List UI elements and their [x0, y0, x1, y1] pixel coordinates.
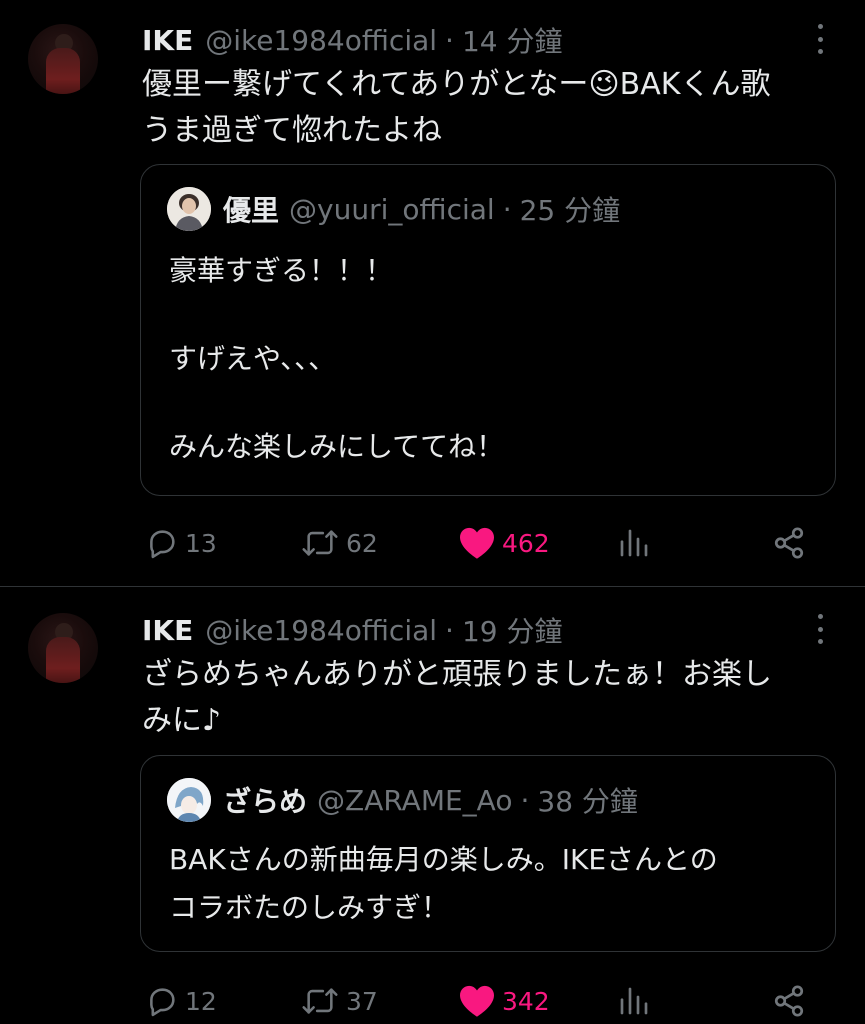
user-handle[interactable]: @ike1984official: [205, 614, 437, 647]
display-name[interactable]: IKE: [142, 24, 193, 57]
retweet-button[interactable]: 62: [300, 523, 378, 563]
tweet-text-line: 優里ー繋げてくれてありがとなー😉BAKくん歌: [142, 67, 771, 102]
views-icon: [620, 529, 648, 557]
timestamp[interactable]: 19 分鐘: [462, 610, 563, 650]
reply-icon: [150, 530, 175, 559]
separator-dot: ·: [445, 613, 454, 647]
quoted-tweet[interactable]: ざらめ @ZARAME_Ao · 38 分鐘 BAKさんの新曲毎月の楽しみ。IK…: [140, 755, 836, 952]
quoted-tweet-text: 豪華すぎる！！！ すげえや、、、 みんな楽しみにしててね！: [169, 251, 809, 467]
quoted-user-handle: @ZARAME_Ao: [317, 783, 513, 817]
quoted-display-name: 優里: [223, 194, 280, 227]
quoted-text-line: 豪華すぎる！！！: [169, 254, 394, 287]
views-button[interactable]: [618, 523, 650, 563]
separator-dot: ·: [502, 192, 512, 226]
quoted-text-line: コラボたのしみすぎ！: [169, 891, 450, 924]
quoted-tweet-header: ざらめ @ZARAME_Ao · 38 分鐘: [167, 778, 638, 822]
tweet-text-line: うま過ぎて惚れたよね: [142, 113, 442, 148]
share-icon: [774, 527, 804, 559]
quoted-avatar: [167, 778, 211, 822]
retweet-icon: [302, 530, 338, 556]
timestamp[interactable]: 14 分鐘: [462, 20, 563, 60]
separator-dot: ·: [520, 783, 530, 817]
retweet-count: 62: [346, 528, 378, 558]
quoted-avatar: [167, 187, 211, 231]
avatar[interactable]: [28, 24, 98, 94]
quoted-tweet[interactable]: 優里 @yuuri_official · 25 分鐘 豪華すぎる！！！ すげえや…: [140, 164, 836, 496]
retweet-count: 37: [346, 986, 378, 1016]
heart-icon: [460, 985, 494, 1017]
tweet-text: ざらめちゃんありがと頑張りましたぁ！お楽し みに♪: [142, 652, 832, 744]
retweet-icon: [302, 988, 338, 1014]
like-button[interactable]: 342: [458, 981, 550, 1021]
like-count: 342: [502, 986, 550, 1016]
tweet[interactable]: IKE @ike1984official · 19 分鐘 ざらめちゃんありがと頑…: [0, 587, 865, 1024]
quoted-timestamp: 38 分鐘: [537, 785, 638, 818]
reply-button[interactable]: 12: [145, 981, 217, 1021]
share-icon: [774, 985, 804, 1017]
avatar[interactable]: [28, 613, 98, 683]
like-count: 462: [502, 528, 550, 558]
tweet-header: IKE @ike1984official · 14 分鐘: [142, 20, 562, 60]
views-icon: [620, 987, 648, 1015]
user-handle[interactable]: @ike1984official: [205, 24, 437, 57]
reply-count: 13: [185, 528, 217, 558]
quoted-display-name: ざらめ: [223, 785, 308, 818]
quoted-text-line: みんな楽しみにしててね！: [169, 430, 505, 463]
quoted-timestamp: 25 分鐘: [519, 194, 621, 227]
tweet[interactable]: IKE @ike1984official · 14 分鐘 優里ー繋げてくれてあり…: [0, 0, 865, 587]
action-bar: 13 62 462: [0, 523, 865, 563]
views-button[interactable]: [618, 981, 650, 1021]
separator-dot: ·: [445, 23, 454, 57]
action-bar: 12 37 342: [0, 981, 865, 1021]
share-button[interactable]: [772, 523, 806, 563]
quoted-text-line: BAKさんの新曲毎月の楽しみ。IKEさんとの: [169, 843, 718, 876]
more-icon[interactable]: [812, 24, 828, 54]
quoted-user-handle: @yuuri_official: [289, 192, 495, 226]
tweet-text: 優里ー繋げてくれてありがとなー😉BAKくん歌 うま過ぎて惚れたよね: [142, 62, 832, 154]
quoted-text-line: すげえや、、、: [169, 342, 337, 375]
tweet-text-line: ざらめちゃんありがと頑張りましたぁ！お楽し: [142, 657, 772, 692]
more-icon[interactable]: [812, 614, 828, 644]
reply-count: 12: [185, 986, 217, 1016]
display-name[interactable]: IKE: [142, 614, 193, 647]
tweet-text-line: みに♪: [142, 703, 222, 738]
like-button[interactable]: 462: [458, 523, 550, 563]
heart-icon: [460, 527, 494, 559]
quoted-tweet-header: 優里 @yuuri_official · 25 分鐘: [167, 187, 620, 231]
share-button[interactable]: [772, 981, 806, 1021]
reply-icon: [150, 988, 175, 1017]
retweet-button[interactable]: 37: [300, 981, 378, 1021]
quoted-tweet-text: BAKさんの新曲毎月の楽しみ。IKEさんとの コラボたのしみすぎ！: [169, 836, 809, 932]
tweet-header: IKE @ike1984official · 19 分鐘: [142, 610, 562, 650]
reply-button[interactable]: 13: [145, 523, 217, 563]
